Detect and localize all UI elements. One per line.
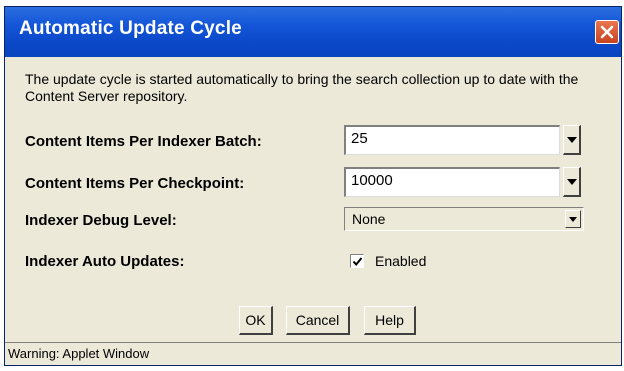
chevron-down-icon [569, 217, 577, 222]
checkmark-icon [352, 257, 363, 267]
checkpoint-input[interactable]: 10000 [344, 167, 560, 197]
ok-button[interactable]: OK [239, 306, 273, 335]
chevron-down-icon [567, 137, 577, 143]
title-bar[interactable]: Automatic Update Cycle [5, 7, 621, 57]
checkpoint-dropdown-button[interactable] [563, 167, 581, 197]
debug-level-label: Indexer Debug Level: [25, 212, 177, 229]
auto-updates-checkbox[interactable] [350, 254, 364, 268]
batch-label: Content Items Per Indexer Batch: [25, 133, 262, 150]
description-text: The update cycle is started automaticall… [25, 71, 579, 104]
cancel-button[interactable]: Cancel [286, 306, 350, 335]
close-button[interactable] [595, 20, 619, 44]
close-icon [600, 25, 614, 39]
status-text: Warning: Applet Window [8, 346, 150, 361]
checkpoint-label: Content Items Per Checkpoint: [25, 175, 245, 192]
help-button[interactable]: Help [364, 306, 416, 335]
auto-updates-enabled-label: Enabled [375, 253, 427, 269]
window-title: Automatic Update Cycle [19, 18, 242, 39]
chevron-down-icon [567, 179, 577, 185]
dialog-window: Automatic Update Cycle The update cycle … [4, 6, 622, 366]
debug-level-value: None [352, 211, 386, 227]
status-bar: Warning: Applet Window [5, 342, 621, 365]
batch-input[interactable]: 25 [344, 125, 560, 155]
auto-updates-label: Indexer Auto Updates: [25, 253, 185, 270]
debug-level-dropdown-button[interactable] [565, 210, 581, 228]
batch-dropdown-button[interactable] [563, 125, 581, 155]
debug-level-select[interactable]: None [344, 207, 584, 231]
